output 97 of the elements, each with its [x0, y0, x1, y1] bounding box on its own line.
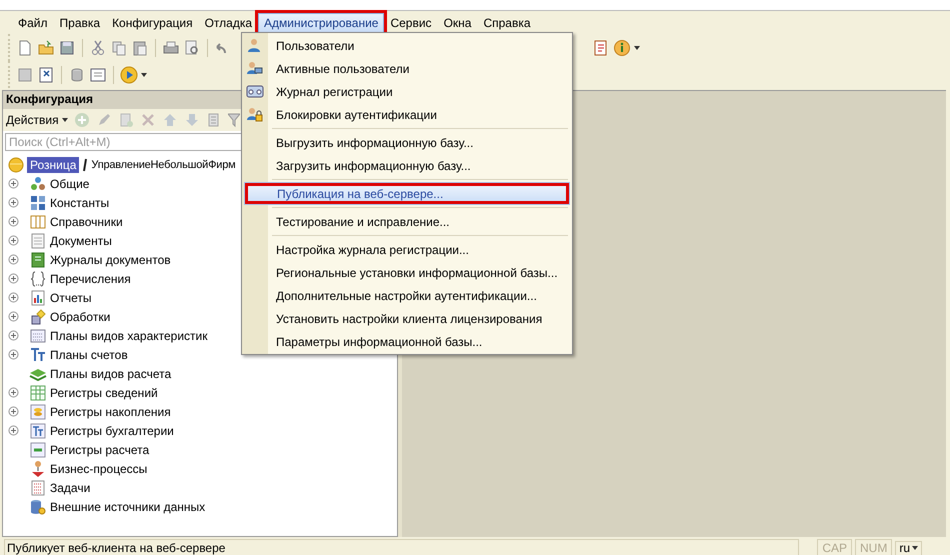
menu-item[interactable]: Администрирование: [258, 13, 384, 33]
key-indicator: NUM: [855, 538, 892, 555]
letters-t-icon: [29, 422, 47, 440]
tree-item[interactable]: Планы видов характеристик: [50, 328, 208, 342]
add-icon: [74, 112, 90, 128]
expand-icon[interactable]: [8, 273, 19, 284]
delete-icon: [140, 112, 156, 128]
menu-item[interactable]: Настройка журнала регистрации...: [242, 238, 572, 261]
expand-icon[interactable]: [8, 197, 19, 208]
menu-item[interactable]: Параметры информационной базы...: [242, 330, 572, 353]
menu-item[interactable]: Установить настройки клиента лицензирования: [242, 307, 572, 330]
braces-icon: [29, 270, 47, 288]
slash-icon: [82, 158, 88, 172]
tree-item[interactable]: Планы видов расчета: [50, 366, 172, 380]
blocks-icon: [29, 194, 47, 212]
caret-icon: [141, 72, 147, 76]
document-icon: [29, 232, 47, 250]
tree-item[interactable]: Регистры накопления: [50, 404, 171, 418]
menu-item[interactable]: Активные пользователи: [242, 57, 572, 80]
expand-icon[interactable]: [8, 406, 19, 417]
expand-icon[interactable]: [8, 387, 19, 398]
tree-item[interactable]: Внешние источники данных: [50, 500, 206, 514]
tree-item[interactable]: Бизнес-процессы: [50, 462, 148, 476]
undo-icon: [214, 42, 226, 54]
save-icon: [58, 38, 76, 56]
root-name[interactable]: Розница: [27, 156, 80, 172]
tree-item[interactable]: Регистры бухгалтерии: [50, 424, 174, 438]
caret-icon: [634, 46, 640, 50]
group-icon: [29, 174, 47, 192]
caret-icon: [62, 118, 68, 122]
up-arrow-icon: [162, 112, 178, 128]
minus-icon: [29, 440, 47, 458]
tree-item[interactable]: Документы: [50, 234, 112, 248]
tape-icon: [246, 82, 264, 100]
expand-icon[interactable]: [8, 254, 19, 265]
menu-item[interactable]: Сервис: [384, 13, 438, 33]
expand-icon[interactable]: [8, 178, 19, 189]
menu-item[interactable]: Файл: [12, 13, 54, 33]
chart-icon: [29, 288, 47, 306]
expand-icon[interactable]: [8, 425, 19, 436]
form-icon: [89, 66, 107, 84]
status-message: Публикует веб-клиента на веб-сервере: [4, 538, 800, 555]
expand-icon[interactable]: [8, 330, 19, 341]
play-icon: [120, 66, 138, 84]
menu-item[interactable]: Тестирование и исправление...: [242, 210, 572, 233]
table-icon: [29, 384, 47, 402]
tree-item[interactable]: Журналы документов: [50, 252, 171, 266]
table-icon: [16, 66, 34, 84]
key-indicator: CAP: [817, 538, 852, 555]
menu-item[interactable]: Загрузить информационную базу...: [242, 154, 572, 177]
expand-icon[interactable]: [8, 311, 19, 322]
window-close-icon: [37, 66, 55, 84]
tree-item[interactable]: Общие: [50, 176, 90, 190]
grid-icon: [29, 326, 47, 344]
task-list-icon: [29, 478, 47, 496]
menu-item[interactable]: Окна: [438, 13, 478, 33]
tree-item[interactable]: Отчеты: [50, 290, 92, 304]
root-synonym: УправлениеНебольшойФирм: [91, 158, 236, 170]
info-icon: [613, 38, 631, 56]
user-lock-icon: [246, 106, 264, 124]
letters-t-icon: [29, 346, 47, 364]
book-icon: [29, 250, 47, 268]
menu-item[interactable]: Пользователи: [242, 34, 572, 57]
expand-icon[interactable]: [8, 216, 19, 227]
open-folder-icon: [37, 38, 55, 56]
menu-item[interactable]: Публикация на веб-сервере...: [244, 182, 570, 205]
actions-menu[interactable]: Действия: [6, 113, 68, 127]
menu-item[interactable]: Справка: [477, 13, 537, 33]
menu-item[interactable]: Конфигурация: [106, 13, 199, 33]
database-icon: [29, 498, 47, 516]
circle-icon: [8, 156, 24, 172]
tree-item[interactable]: Задачи: [50, 480, 90, 494]
menu-item[interactable]: Дополнительные настройки аутентификации...: [242, 284, 572, 307]
caret-icon: [912, 546, 918, 550]
expand-icon[interactable]: [8, 235, 19, 246]
columns-icon: [29, 212, 47, 230]
menu-item[interactable]: Региональные установки информационной базы...: [242, 261, 572, 284]
copy-icon: [110, 38, 128, 56]
tree-item[interactable]: Регистры сведений: [50, 386, 158, 400]
tree-item[interactable]: Константы: [50, 196, 110, 210]
print-icon: [162, 38, 180, 56]
tree-item[interactable]: Справочники: [50, 214, 123, 228]
expand-icon[interactable]: [8, 349, 19, 360]
menu-item[interactable]: Отладка: [198, 13, 258, 33]
language-selector[interactable]: ru: [895, 540, 922, 555]
tree-item[interactable]: Перечисления: [50, 272, 131, 286]
paste-icon: [131, 38, 149, 56]
menu-item[interactable]: Правка: [54, 13, 106, 33]
tree-item[interactable]: Планы счетов: [50, 348, 128, 362]
down-arrow-icon: [184, 112, 200, 128]
cut-icon: [89, 38, 107, 56]
tree-item[interactable]: Обработки: [50, 310, 110, 324]
tree-item[interactable]: Регистры расчета: [50, 442, 150, 456]
processing-icon: [29, 308, 47, 326]
coins-icon: [29, 402, 47, 420]
copy-icon: [118, 112, 134, 128]
expand-icon[interactable]: [8, 292, 19, 303]
